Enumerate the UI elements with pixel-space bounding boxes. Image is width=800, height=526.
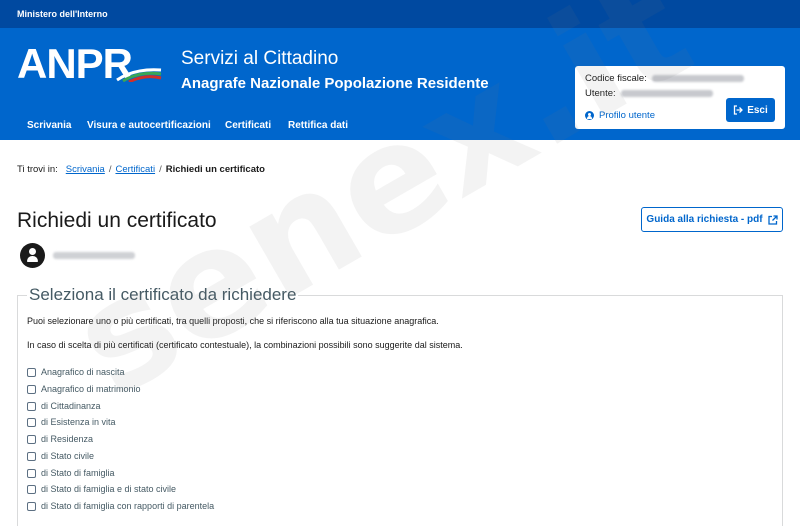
anpr-logo[interactable]: ANPR — [17, 42, 167, 94]
codice-fiscale-label: Codice fiscale: — [585, 73, 647, 84]
fieldset-legend: Seleziona il certificato da richiedere — [27, 285, 299, 305]
checkbox-box[interactable] — [27, 451, 36, 461]
checkbox-stato-civile[interactable]: di Stato civile — [27, 451, 94, 461]
checkbox-cittadinanza[interactable]: di Cittadinanza — [27, 401, 101, 411]
breadcrumb-separator: / — [108, 164, 112, 175]
main-nav: Scrivania Visura e autocertificazioni Ce… — [0, 118, 800, 140]
checkbox-anagrafico-nascita[interactable]: Anagrafico di nascita — [27, 367, 125, 377]
guide-pdf-button[interactable]: Guida alla richiesta - pdf — [641, 207, 783, 232]
checkbox-label: di Stato di famiglia e di stato civile — [41, 484, 177, 494]
breadcrumb: Ti trovi in: Scrivania / Certificati / Richi… — [17, 164, 265, 175]
checkbox-esistenza-vita[interactable]: di Esistenza in vita — [27, 417, 116, 427]
checkbox-box[interactable] — [27, 417, 36, 427]
breadcrumb-current: Richiedi un certificato — [165, 164, 265, 175]
checkbox-box[interactable] — [27, 484, 36, 494]
checkbox-stato-famiglia[interactable]: di Stato di famiglia — [27, 468, 115, 478]
checkbox-stato-famiglia-parentela[interactable]: di Stato di famiglia con rapporti di par… — [27, 501, 214, 511]
checkbox-box[interactable] — [27, 401, 36, 411]
checkbox-label: di Cittadinanza — [41, 401, 101, 411]
checkbox-label: Anagrafico di nascita — [41, 367, 125, 377]
sign-out-icon — [734, 105, 744, 115]
checkbox-box[interactable] — [27, 501, 36, 511]
checkbox-stato-famiglia-civile[interactable]: di Stato di famiglia e di stato civile — [27, 484, 176, 494]
ministry-label: Ministero dell'Interno — [17, 9, 108, 19]
utente-redacted — [620, 89, 713, 97]
codice-fiscale-row: Codice fiscale: — [585, 73, 744, 84]
breadcrumb-scrivania[interactable]: Scrivania — [66, 164, 105, 175]
checkbox-label: di Stato di famiglia — [41, 468, 115, 478]
flag-swoosh-icon — [116, 68, 162, 82]
checkbox-label: di Esistenza in vita — [41, 417, 116, 427]
breadcrumb-certificati[interactable]: Certificati — [115, 164, 155, 175]
site-title: Servizi al Cittadino — [181, 48, 339, 69]
nav-item-scrivania[interactable]: Scrivania — [27, 120, 71, 131]
external-link-icon — [767, 214, 778, 225]
utente-label: Utente: — [585, 88, 616, 99]
breadcrumb-prefix: Ti trovi in: — [17, 164, 58, 175]
checkbox-anagrafico-matrimonio[interactable]: Anagrafico di matrimonio — [27, 384, 141, 394]
site-subtitle: Anagrafe Nazionale Popolazione Residente — [181, 75, 489, 92]
logout-label: Esci — [747, 104, 768, 116]
checkbox-box[interactable] — [27, 468, 36, 478]
nav-item-certificati[interactable]: Certificati — [225, 120, 271, 131]
checkbox-box[interactable] — [27, 384, 36, 394]
checkbox-residenza[interactable]: di Residenza — [27, 434, 93, 444]
breadcrumb-separator: / — [159, 164, 162, 175]
checkbox-box[interactable] — [27, 367, 36, 377]
nav-item-visura[interactable]: Visura e autocertificazioni — [87, 120, 211, 131]
intro-text-2: In caso di scelta di più certificati (ce… — [27, 340, 463, 350]
checkbox-label: Anagrafico di matrimonio — [41, 384, 141, 394]
codice-fiscale-redacted — [651, 74, 744, 82]
user-name-redacted — [53, 252, 135, 259]
checkbox-box[interactable] — [27, 434, 36, 444]
page-title: Richiedi un certificato — [17, 209, 217, 232]
nav-item-rettifica[interactable]: Rettifica dati — [288, 120, 348, 131]
ministry-bar: Ministero dell'Interno — [0, 0, 800, 28]
utente-row: Utente: — [585, 88, 713, 99]
user-avatar-icon — [20, 243, 45, 268]
checkbox-label: di Residenza — [41, 434, 94, 444]
checkbox-label: di Stato di famiglia con rapporti di par… — [41, 501, 215, 511]
guide-pdf-label: Guida alla richiesta - pdf — [646, 214, 763, 225]
intro-text-1: Puoi selezionare uno o più certificati, … — [27, 316, 439, 326]
checkbox-label: di Stato civile — [41, 451, 95, 461]
